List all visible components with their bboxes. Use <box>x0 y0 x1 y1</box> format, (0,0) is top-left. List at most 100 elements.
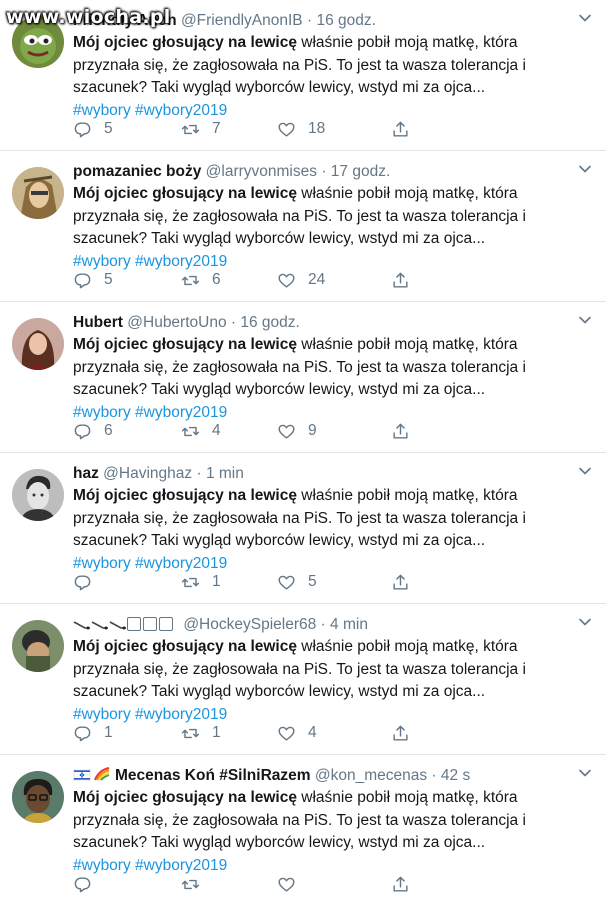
text-rest: właśnie pobił moją matkę, która <box>296 487 518 504</box>
reply-icon <box>73 875 92 894</box>
chevron-down-icon[interactable] <box>578 162 592 176</box>
chevron-down-icon[interactable] <box>578 464 592 478</box>
text-line-2: przyznała się, że zagłosowała na PiS. To… <box>73 358 526 376</box>
timestamp[interactable]: 16 godz. <box>240 314 299 331</box>
reply-button[interactable]: 5 <box>73 118 113 140</box>
tweet-actions: 5 7 18 <box>73 118 523 140</box>
retweet-button[interactable]: 7 <box>181 118 221 140</box>
text-bold: Mój ojciec głosujący na lewicę <box>73 34 297 51</box>
display-name[interactable]: Hubert <box>73 314 123 331</box>
avatar-image <box>12 620 64 672</box>
reply-button[interactable] <box>73 873 104 895</box>
text-bold: Mój ojciec głosujący na lewicę <box>73 185 297 202</box>
share-button[interactable] <box>391 571 410 593</box>
retweet-count: 1 <box>212 573 221 590</box>
chevron-down-icon[interactable] <box>578 11 592 25</box>
separator-dot: · <box>320 616 326 633</box>
retweet-button[interactable] <box>181 873 212 895</box>
retweet-button[interactable]: 4 <box>181 420 221 442</box>
tweet-actions: 5 6 24 <box>73 269 523 291</box>
tweet-3[interactable]: Hubert @HubertoUno · 16 godz. Mój ojciec… <box>0 302 606 453</box>
like-icon <box>277 271 296 290</box>
text-rest: właśnie pobił moją matkę, która <box>296 638 518 655</box>
tweet-header: Hubert @HubertoUno · 16 godz. <box>73 312 578 334</box>
retweet-icon <box>181 422 200 441</box>
retweet-button[interactable]: 6 <box>181 269 221 291</box>
timestamp[interactable]: 1 min <box>206 465 244 482</box>
retweet-icon <box>181 875 200 894</box>
like-count: 9 <box>308 422 317 439</box>
name-prefix <box>73 766 111 784</box>
user-handle[interactable]: @HockeySpieler68 <box>183 616 316 633</box>
tweet-actions: 1 5 <box>73 571 523 593</box>
like-button[interactable]: 18 <box>277 118 325 140</box>
retweet-count: 1 <box>212 724 221 741</box>
watermark: www.wiocha.pl <box>6 6 171 28</box>
display-name[interactable]: Mecenas Koń #SilniRazem <box>115 767 311 784</box>
text-rest: właśnie pobił moją matkę, która <box>296 789 518 806</box>
tweet-5[interactable]: @HockeySpieler68 · 4 min Mój ojciec głos… <box>0 604 606 755</box>
user-handle[interactable]: @Havinghaz <box>103 465 192 482</box>
user-handle[interactable]: @kon_mecenas <box>315 767 427 784</box>
like-icon <box>277 120 296 139</box>
timestamp[interactable]: 17 godz. <box>331 163 390 180</box>
avatar[interactable] <box>12 469 64 521</box>
tweet-text: Mój ojciec głosujący na lewicę właśnie p… <box>73 485 595 575</box>
share-button[interactable] <box>391 420 410 442</box>
retweet-icon <box>181 573 200 592</box>
avatar[interactable] <box>12 771 64 823</box>
separator-dot: · <box>196 465 202 482</box>
reply-button[interactable] <box>73 571 104 593</box>
avatar-image <box>12 167 64 219</box>
retweet-button[interactable]: 1 <box>181 722 221 744</box>
share-button[interactable] <box>391 722 410 744</box>
tweet-text: Mój ojciec głosujący na lewicę właśnie p… <box>73 636 595 726</box>
chevron-down-icon[interactable] <box>578 615 592 629</box>
timestamp[interactable]: 16 godz. <box>316 12 375 29</box>
tweet-text: Mój ojciec głosujący na lewicę właśnie p… <box>73 32 595 122</box>
reply-button[interactable]: 5 <box>73 269 113 291</box>
like-button[interactable] <box>277 873 308 895</box>
reply-button[interactable]: 6 <box>73 420 113 442</box>
text-line-1: Mój ojciec głosujący na lewicę właśnie p… <box>73 183 595 206</box>
tweet-text: Mój ojciec głosujący na lewicę właśnie p… <box>73 183 595 273</box>
tweet-actions: 6 4 9 <box>73 420 523 442</box>
user-handle[interactable]: @FriendlyAnonIB <box>181 12 303 29</box>
tweet-text: Mój ojciec głosujący na lewicę właśnie p… <box>73 787 595 877</box>
like-button[interactable]: 4 <box>277 722 317 744</box>
text-rest: właśnie pobił moją matkę, która <box>296 185 518 202</box>
like-button[interactable]: 5 <box>277 571 317 593</box>
text-rest: właśnie pobił moją matkę, która <box>296 336 518 353</box>
avatar[interactable] <box>12 318 64 370</box>
like-button[interactable]: 9 <box>277 420 317 442</box>
reply-button[interactable]: 1 <box>73 722 113 744</box>
text-line-1: Mój ojciec głosujący na lewicę właśnie p… <box>73 485 595 508</box>
text-line-3: szacunek? Taki wygląd wyborców lewicy, w… <box>73 683 486 700</box>
text-line-2: przyznała się, że zagłosowała na PiS. To… <box>73 811 526 829</box>
display-name[interactable]: haz <box>73 465 99 482</box>
reply-icon <box>73 120 92 139</box>
chevron-down-icon[interactable] <box>578 766 592 780</box>
like-button[interactable]: 24 <box>277 269 325 291</box>
tweet-2[interactable]: pomazaniec boży @larryvonmises · 17 godz… <box>0 151 606 302</box>
user-handle[interactable]: @HubertoUno <box>127 314 226 331</box>
retweet-count: 6 <box>212 271 221 288</box>
display-name[interactable]: pomazaniec boży <box>73 163 201 180</box>
avatar[interactable] <box>12 620 64 672</box>
avatar[interactable] <box>12 167 64 219</box>
share-icon <box>391 120 410 139</box>
user-handle[interactable]: @larryvonmises <box>206 163 317 180</box>
tweet-6[interactable]: Mecenas Koń #SilniRazem @kon_mecenas · 4… <box>0 755 606 900</box>
tweet-4[interactable]: haz @Havinghaz · 1 min Mój ojciec głosuj… <box>0 453 606 604</box>
chevron-down-icon[interactable] <box>578 313 592 327</box>
like-icon <box>277 875 296 894</box>
share-button[interactable] <box>391 269 410 291</box>
like-count: 4 <box>308 724 317 741</box>
timestamp[interactable]: 4 min <box>330 616 368 633</box>
share-button[interactable] <box>391 118 410 140</box>
like-icon <box>277 422 296 441</box>
retweet-button[interactable]: 1 <box>181 571 221 593</box>
timestamp[interactable]: 42 s <box>441 767 470 784</box>
share-button[interactable] <box>391 873 410 895</box>
share-icon <box>391 422 410 441</box>
